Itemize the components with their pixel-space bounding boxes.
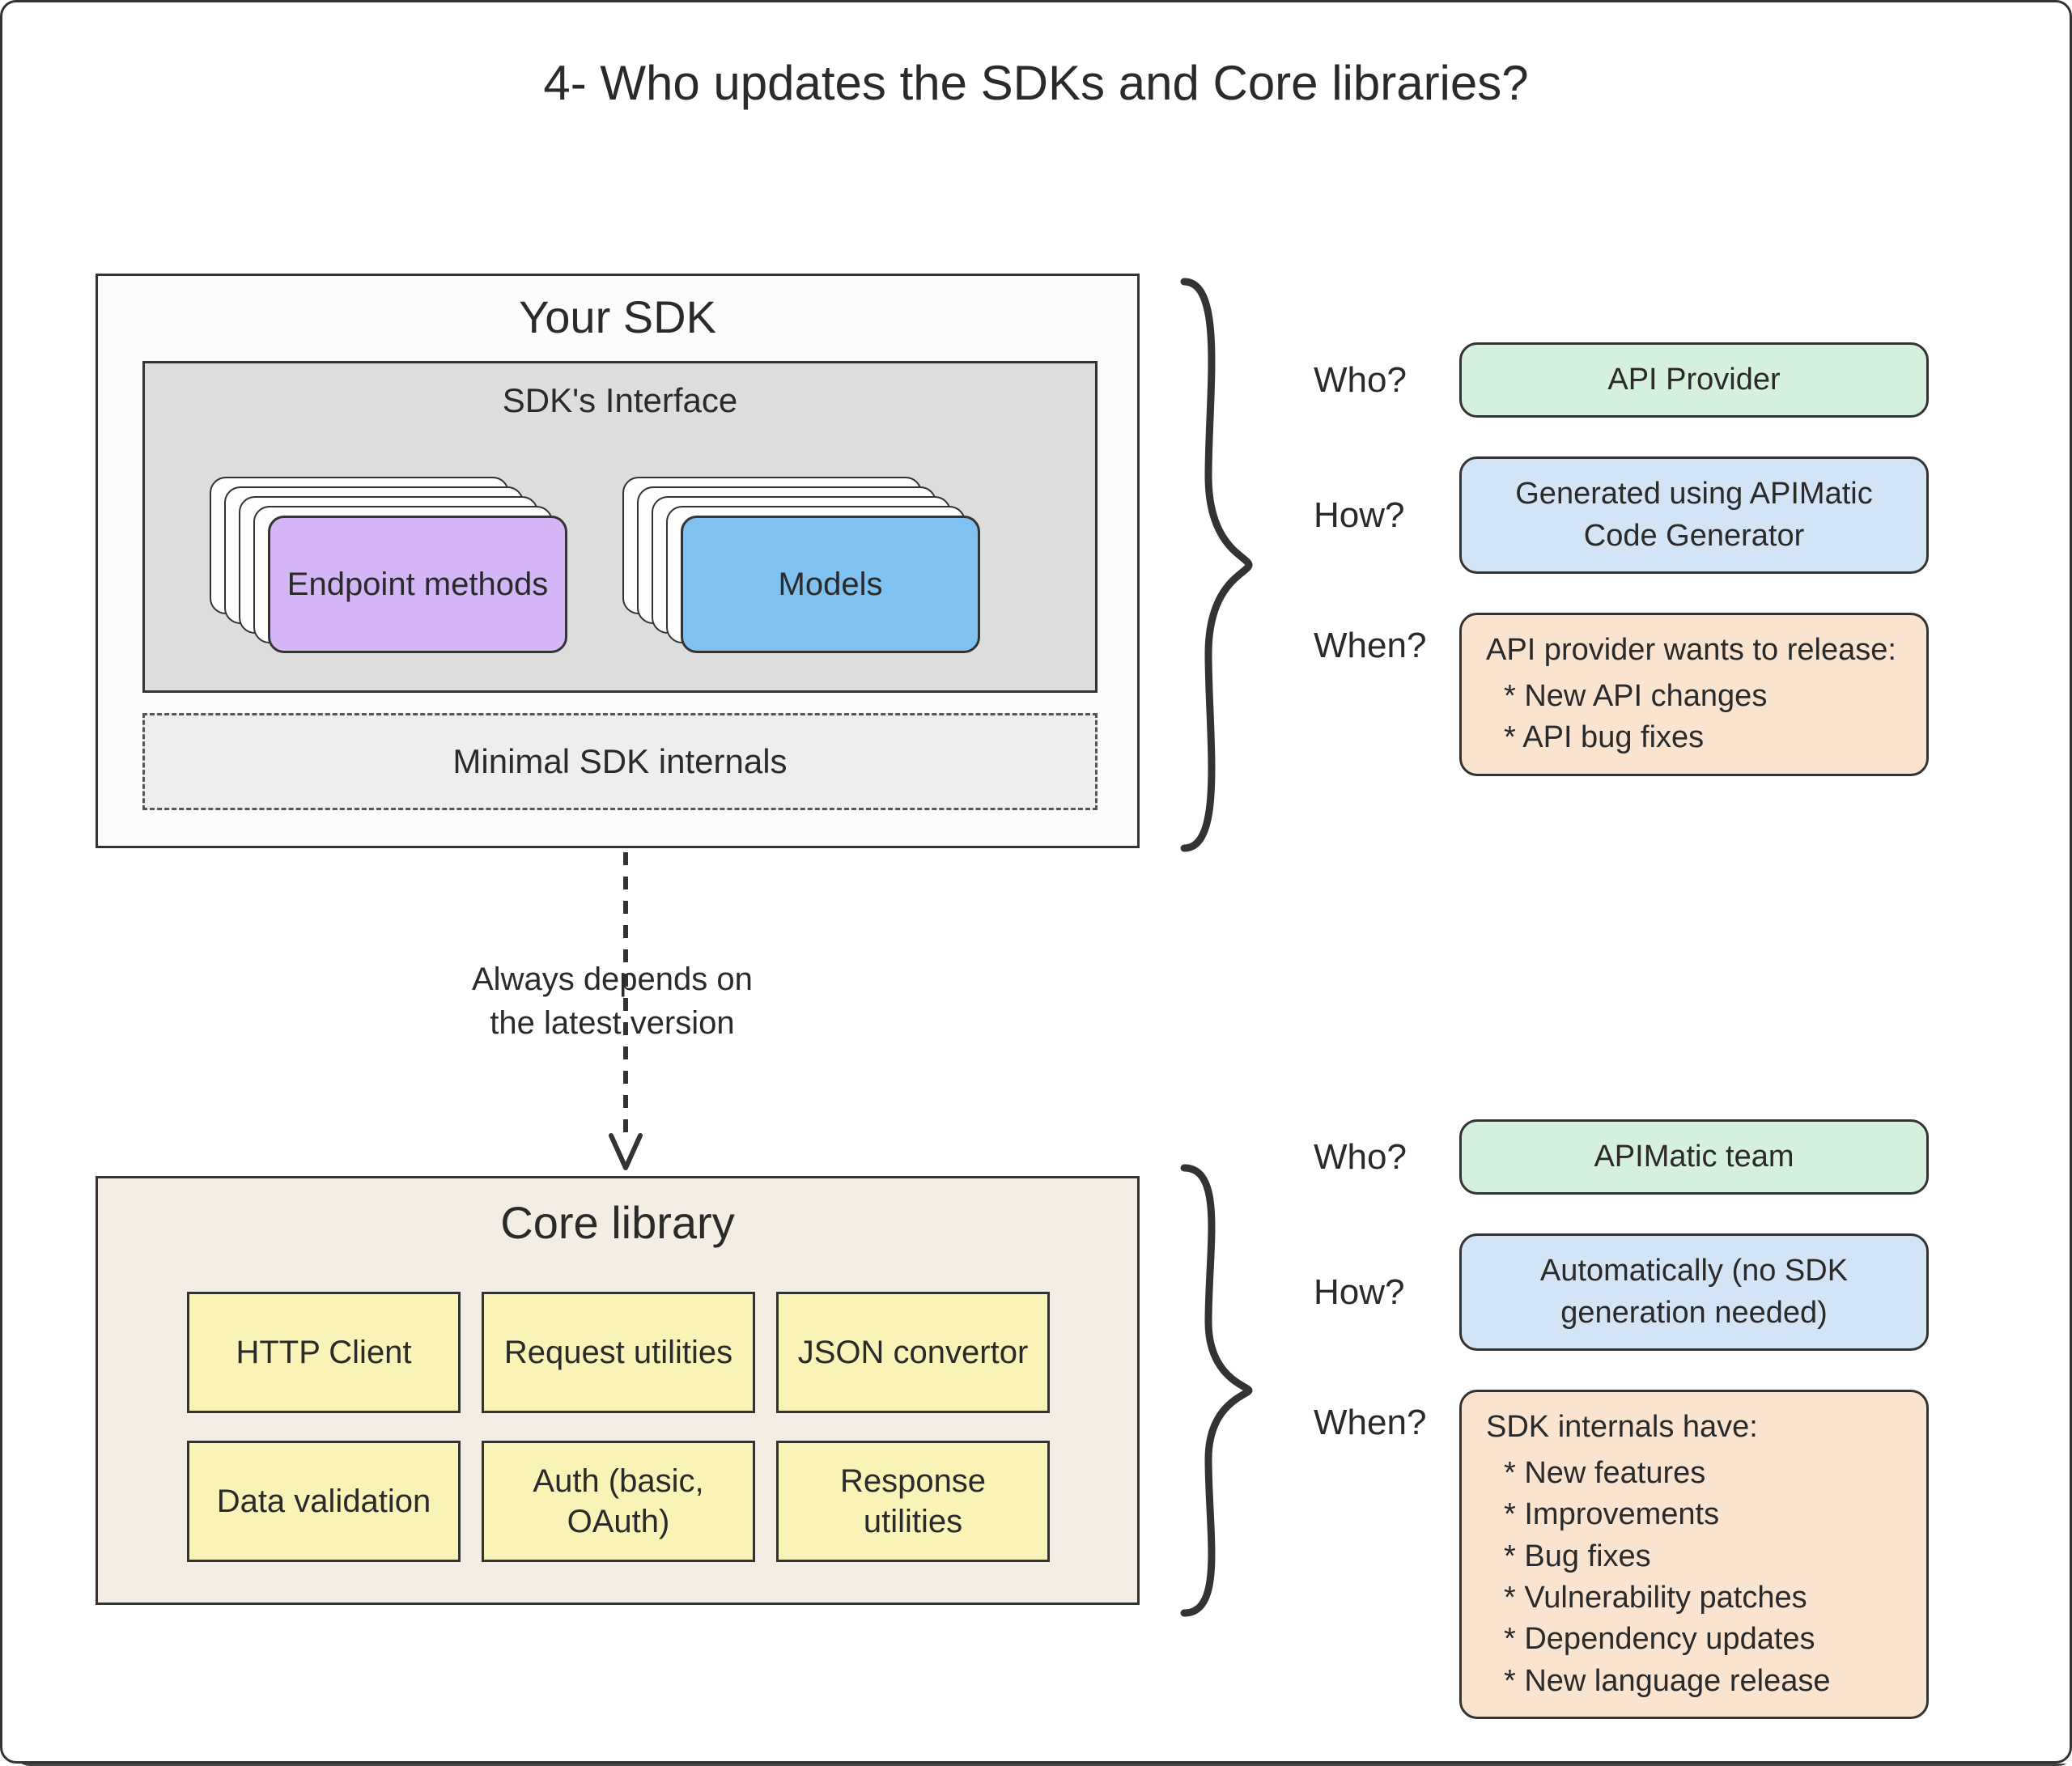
core-cell-http-client: HTTP Client [187, 1292, 461, 1413]
core-when-box: SDK internals have: New features Improve… [1459, 1390, 1929, 1719]
core-cell-auth: Auth (basic, OAuth) [482, 1441, 755, 1562]
core-who-label: Who? [1314, 1137, 1459, 1178]
core-cell-response-utilities: Response utilities [776, 1441, 1050, 1562]
core-library-grid: HTTP Client Request utilities JSON conve… [187, 1292, 1050, 1562]
models-label: Models [779, 564, 883, 605]
endpoint-methods-stack: Endpoint methods [210, 477, 590, 655]
list-item: API bug fixes [1504, 717, 1902, 758]
list-item: Improvements [1504, 1494, 1902, 1535]
depends-label: Always depends on the latest version [472, 957, 753, 1045]
minimal-internals-label: Minimal SDK internals [452, 742, 787, 781]
list-item: New language release [1504, 1661, 1902, 1702]
core-who-box: APIMatic team [1459, 1119, 1929, 1195]
core-annotations: Who? APIMatic team How? Automatically (n… [1314, 1119, 1929, 1758]
depends-label-line1: Always depends on [472, 962, 753, 997]
core-how-label: How? [1314, 1272, 1459, 1313]
core-cell-data-validation: Data validation [187, 1441, 461, 1562]
core-when-list: New features Improvements Bug fixes Vuln… [1486, 1453, 1902, 1702]
sdk-who-box: API Provider [1459, 342, 1929, 418]
list-item: Vulnerability patches [1504, 1577, 1902, 1619]
sdk-interface-box: SDK's Interface Endpoint methods Models [142, 361, 1098, 693]
sdk-when-box: API provider wants to release: New API c… [1459, 613, 1929, 776]
core-when-lead: SDK internals have: [1486, 1407, 1902, 1451]
sdk-interface-title: SDK's Interface [145, 363, 1095, 420]
list-item: Dependency updates [1504, 1619, 1902, 1660]
depends-label-line2: the latest version [490, 1005, 734, 1041]
models-stack: Models [622, 477, 1003, 655]
core-cell-request-utilities: Request utilities [482, 1292, 755, 1413]
list-item: Bug fixes [1504, 1536, 1902, 1577]
sdk-when-label: When? [1314, 613, 1459, 666]
sdk-box: Your SDK SDK's Interface Endpoint method… [96, 274, 1140, 848]
core-when-label: When? [1314, 1390, 1459, 1443]
list-item: New API changes [1504, 676, 1902, 717]
list-item: New features [1504, 1453, 1902, 1494]
sdk-who-label: Who? [1314, 360, 1459, 401]
sdk-title: Your SDK [98, 276, 1137, 343]
sdk-how-label: How? [1314, 495, 1459, 536]
page-title: 4- Who updates the SDKs and Core librari… [2, 55, 2070, 111]
sdk-when-list: New API changes API bug fixes [1486, 676, 1902, 759]
sdk-when-lead: API provider wants to release: [1486, 630, 1902, 674]
brace-sdk-icon [1168, 274, 1257, 856]
core-cell-json-convertor: JSON convertor [776, 1292, 1050, 1413]
core-library-box: Core library HTTP Client Request utiliti… [96, 1176, 1140, 1605]
minimal-internals-box: Minimal SDK internals [142, 713, 1098, 810]
core-library-title: Core library [98, 1178, 1137, 1249]
brace-core-icon [1168, 1160, 1257, 1621]
core-how-box: Automatically (no SDK generation needed) [1459, 1233, 1929, 1351]
sdk-annotations: Who? API Provider How? Generated using A… [1314, 342, 1929, 815]
endpoint-methods-label: Endpoint methods [287, 564, 548, 605]
sdk-how-box: Generated using APIMatic Code Generator [1459, 456, 1929, 574]
diagram-canvas: 4- Who updates the SDKs and Core librari… [0, 0, 2072, 1764]
